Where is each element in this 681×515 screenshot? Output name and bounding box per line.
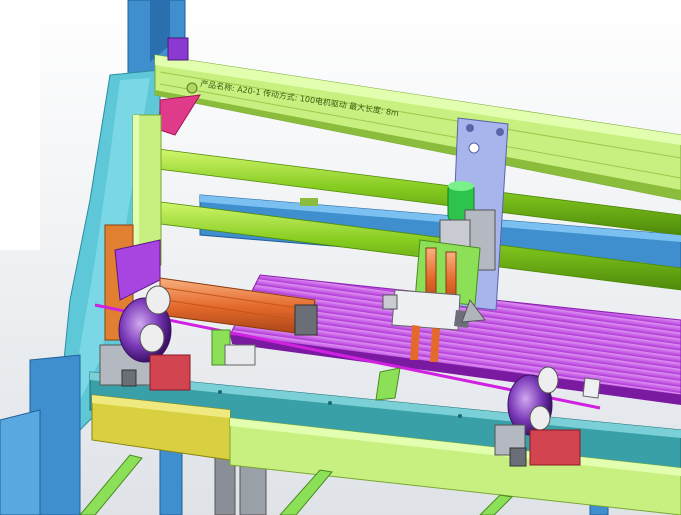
- cad-viewport[interactable]: 产品名称: A20-1 传动方式: 100电机驱动 最大长度: 8m: [0, 0, 681, 515]
